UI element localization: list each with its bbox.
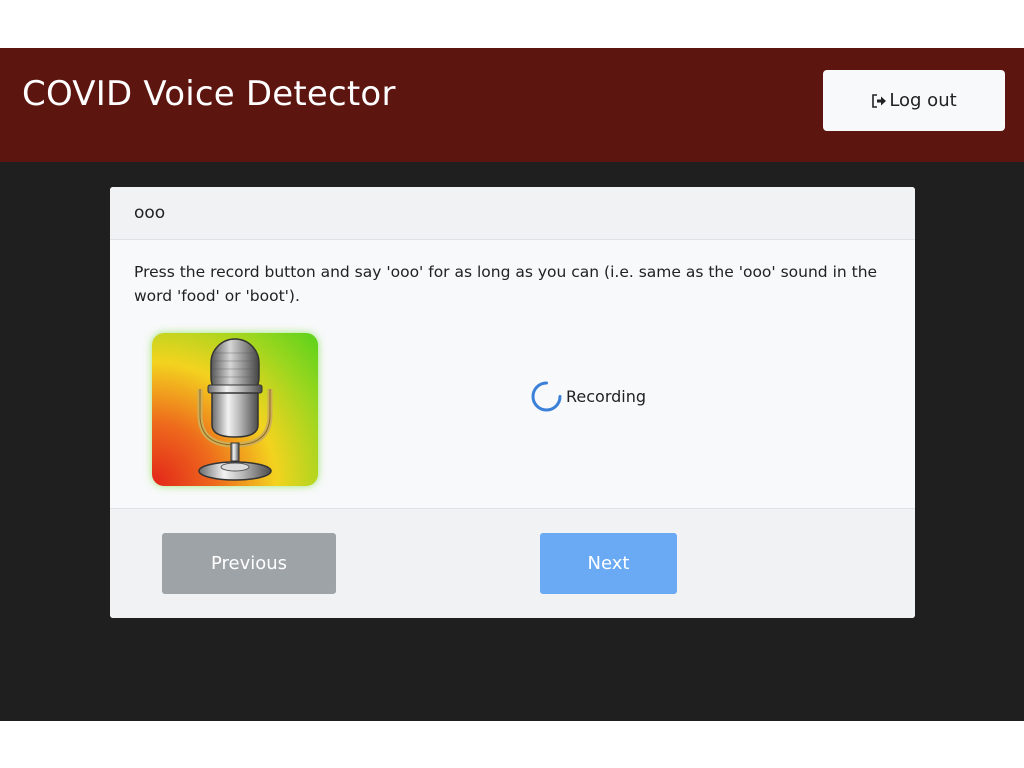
card-footer: Previous Next [110,508,915,618]
previous-button[interactable]: Previous [162,533,336,594]
app-viewport: COVID Voice Detector Log out ooo Press t… [0,48,1024,721]
next-button[interactable]: Next [540,533,677,594]
card-body: Press the record button and say 'ooo' fo… [110,240,915,508]
record-button[interactable] [152,333,318,486]
instructions-text: Press the record button and say 'ooo' fo… [134,263,878,305]
top-navbar: COVID Voice Detector Log out [0,48,1024,162]
recording-card: ooo Press the record button and say 'ooo… [110,187,915,618]
loading-spinner-icon [531,381,562,412]
logout-button[interactable]: Log out [823,70,1005,131]
recording-status: Recording [530,380,646,413]
recording-label: Recording [566,387,647,406]
microphone-icon [197,338,273,481]
card-title: ooo [110,187,915,240]
sign-out-icon [871,93,887,109]
app-title: COVID Voice Detector [22,74,396,114]
logout-label: Log out [889,90,957,111]
